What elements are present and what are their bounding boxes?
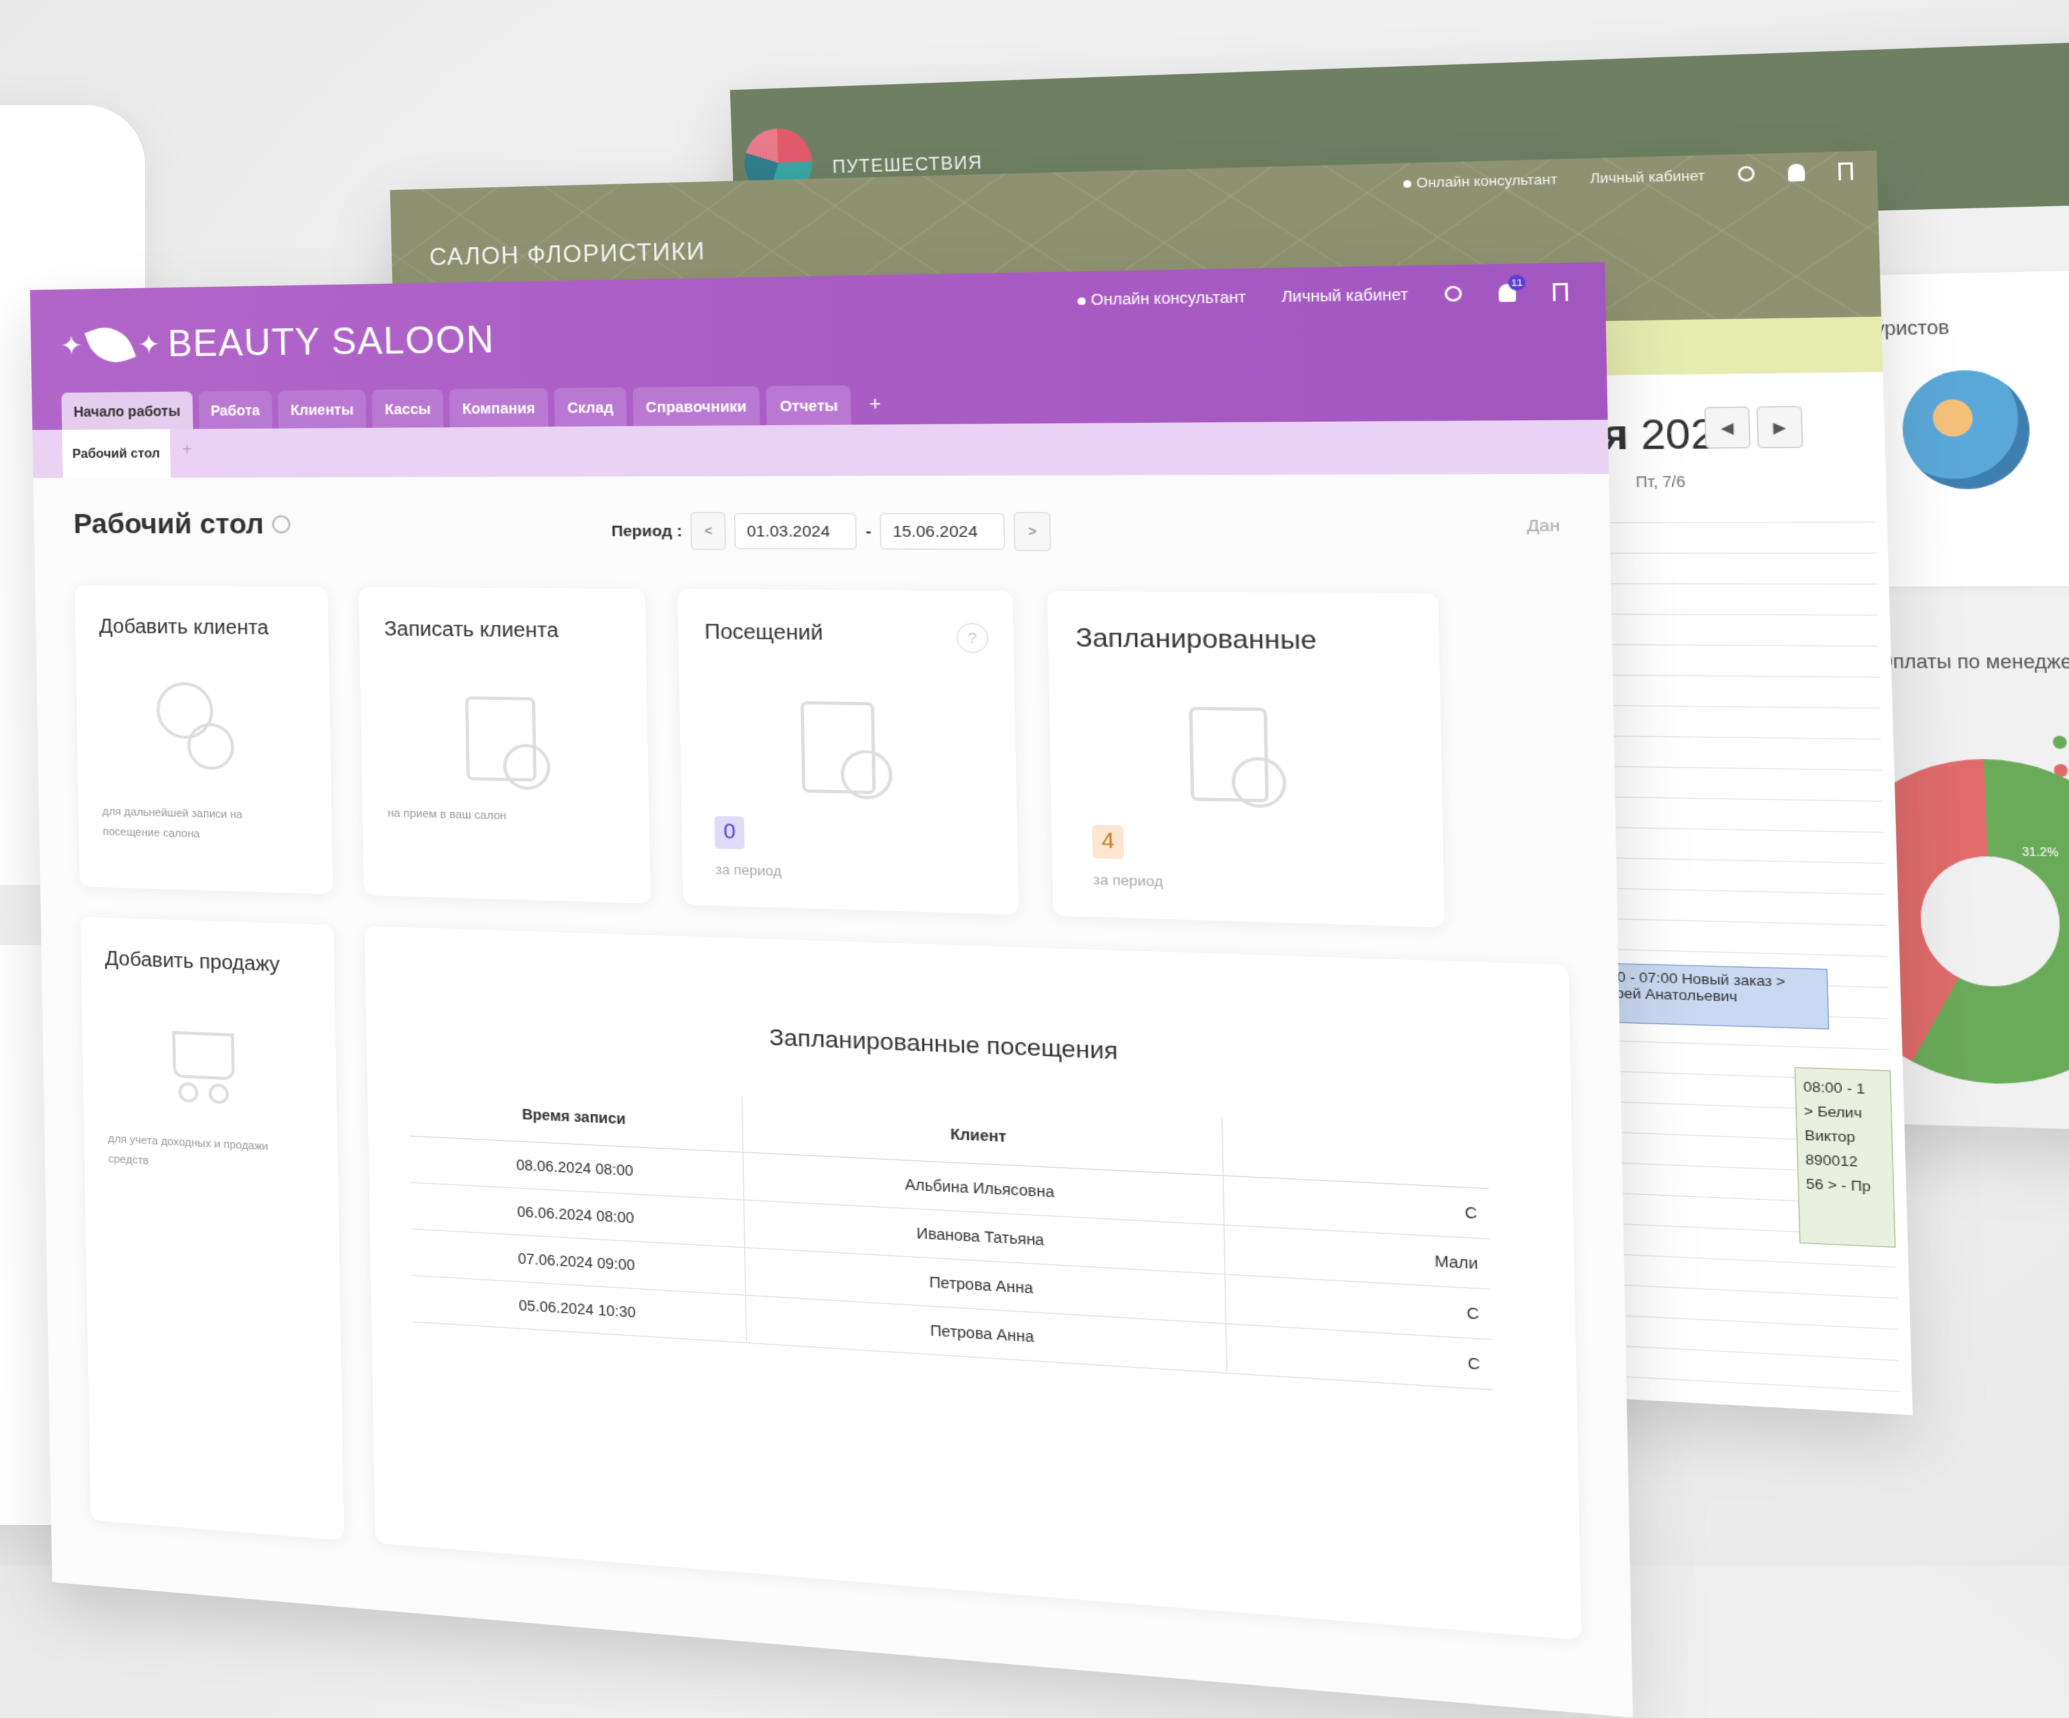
tab-5[interactable]: Компания [449,388,549,428]
bookmark-icon[interactable] [1838,162,1854,181]
bookmark-icon[interactable] [1552,282,1569,302]
clipboard-add-icon-plus [502,743,551,791]
beauty-subbar: Рабочий стол + [32,419,1609,479]
online-consultant-label: Онлайн консультант [1090,288,1246,309]
calendar-next-button[interactable]: ▶ [1756,406,1804,449]
online-dot-icon [1402,179,1411,188]
donut-percent-label: 31.2% [2021,846,2059,860]
tab-3[interactable]: Клиенты [277,389,367,429]
tab-label: Кассы [384,400,431,417]
cart-wheel-icon [208,1083,230,1105]
online-consultant-link[interactable]: Онлайн консультант [1077,288,1246,308]
notifications-bell-icon[interactable]: 11 [1498,274,1526,302]
online-consultant-label: Онлайн консультант [1416,170,1558,191]
tab-4[interactable]: Кассы [371,389,444,428]
planned-visits-panel: Запланированные посещения Время записи К… [364,925,1582,1641]
help-icon[interactable]: ? [956,622,989,654]
sparkle-icon: ✦ [60,329,83,361]
beauty-brand: BEAUTY SALOON [167,318,496,365]
page-title-text: Рабочий стол [73,507,265,540]
tab-label: Компания [462,399,536,417]
event-line: 56 > - Пр [1805,1175,1872,1195]
tab-1[interactable]: Начало работы [61,391,193,430]
floristics-brand: САЛОН ФЛОРИСТИКИ [429,237,706,272]
tourist-avatar-icon [1900,369,2032,490]
planned-visits-title: Запланированные посещения [769,1023,1119,1065]
tab-2[interactable]: Работа [198,390,273,429]
period-from-input[interactable]: 01.03.2024 [734,513,857,550]
notifications-bell-icon[interactable] [1787,163,1806,182]
visits-card[interactable]: Посещений ? 0 за период [677,588,1019,915]
payments-chart-title: Оплаты по менеджерам за период [1876,650,2069,673]
card-title: Посещений [704,620,824,646]
sparkle-icon: ✦ [137,328,161,360]
card-description: на прием в ваш салон [387,807,507,823]
tab-label: Начало работы [73,402,181,420]
tab-7[interactable]: Справочники [632,386,761,427]
period-selector: Период : < 01.03.2024 - 15.06.2024 > [611,512,1052,552]
settings-gear-icon[interactable] [1737,165,1755,182]
book-client-card[interactable]: Записать клиента на прием в ваш салон [358,586,651,904]
card-title: Запланированные [1075,623,1317,656]
tab-label: Работа [210,401,260,419]
planned-card[interactable]: Запланированные 4 за период [1047,591,1445,928]
beauty-logo[interactable]: ✦ ✦ BEAUTY SALOON [60,318,496,371]
add-user-icon-plus [187,722,235,771]
subtab-desktop[interactable]: Рабочий стол [62,429,171,478]
card-title: Добавить клиента [98,615,269,640]
period-label: Период : [611,522,683,540]
tab-add-button[interactable]: + [858,385,893,425]
visits-period-note: за период [715,861,782,879]
leaf-icon [84,318,136,371]
planned-count: 4 [1091,824,1125,860]
tab-8[interactable]: Отчеты [766,385,852,426]
more-link[interactable]: Дан [1527,517,1561,536]
tab-label: Справочники [645,397,747,415]
notification-count: 11 [1508,274,1526,291]
card-title: Добавить продажу [104,947,280,977]
card-title: Записать клиента [384,617,559,643]
period-prev-button[interactable]: < [690,512,727,551]
page-title: Рабочий стол [73,508,291,541]
planned-visits-table: Время записи Клиент 08.06.2024 08:00 Альб… [408,1081,1493,1390]
period-to-input[interactable]: 15.06.2024 [879,513,1006,550]
calendar-prev-button[interactable]: ◀ [1704,406,1751,449]
online-consultant-link[interactable]: Онлайн консультант [1402,170,1558,191]
personal-cabinet-link[interactable]: Личный кабинет [1590,167,1705,186]
event-line: > Белич [1803,1102,1863,1122]
event-line: 890012 [1805,1151,1858,1170]
calendar-event-2[interactable]: 08:00 - 1 > Белич Виктор 890012 56 > - Пр [1794,1066,1896,1248]
legend-dot-icon [2052,735,2068,749]
event-line: Виктор [1804,1126,1856,1146]
add-client-card[interactable]: Добавить клиента для дальнейшей записи н… [74,585,333,895]
tab-label: Отчеты [779,396,839,415]
subtab-add-button[interactable]: + [182,441,192,459]
tab-label: Клиенты [290,400,354,418]
settings-gear-icon[interactable] [1444,285,1462,302]
calendar-day-label: Пт, 7/6 [1635,472,1686,491]
cart-wheel-icon [178,1081,199,1104]
tab-6[interactable]: Склад [554,387,627,427]
period-next-button[interactable]: > [1013,512,1052,552]
event-line: 08:00 - 1 [1803,1078,1866,1098]
period-separator: - [865,522,872,541]
card-description: для учета доходных и продажи средств [107,1132,269,1168]
beauty-tabs: Начало работы Работа Клиенты Кассы Компания С… [61,385,892,430]
cart-add-icon [172,1030,235,1081]
beauty-window: ✦ ✦ BEAUTY SALOON Онлайн консультант Лич… [30,262,1633,1718]
online-dot-icon [1077,297,1086,305]
beauty-header: ✦ ✦ BEAUTY SALOON Онлайн консультант Лич… [30,262,1608,431]
add-sale-card[interactable]: Добавить продажу для учета доходных и пр… [80,916,345,1541]
visits-count: 0 [714,815,745,850]
legend-item: admin [2052,727,2069,756]
card-description: для дальнейшей записи на посещение салон… [102,805,243,841]
personal-cabinet-link[interactable]: Личный кабинет [1281,286,1408,306]
tab-label: Склад [567,398,614,416]
planned-period-note: за период [1092,871,1164,890]
donut-hole [1918,855,2063,988]
page-settings-icon[interactable] [271,515,291,534]
